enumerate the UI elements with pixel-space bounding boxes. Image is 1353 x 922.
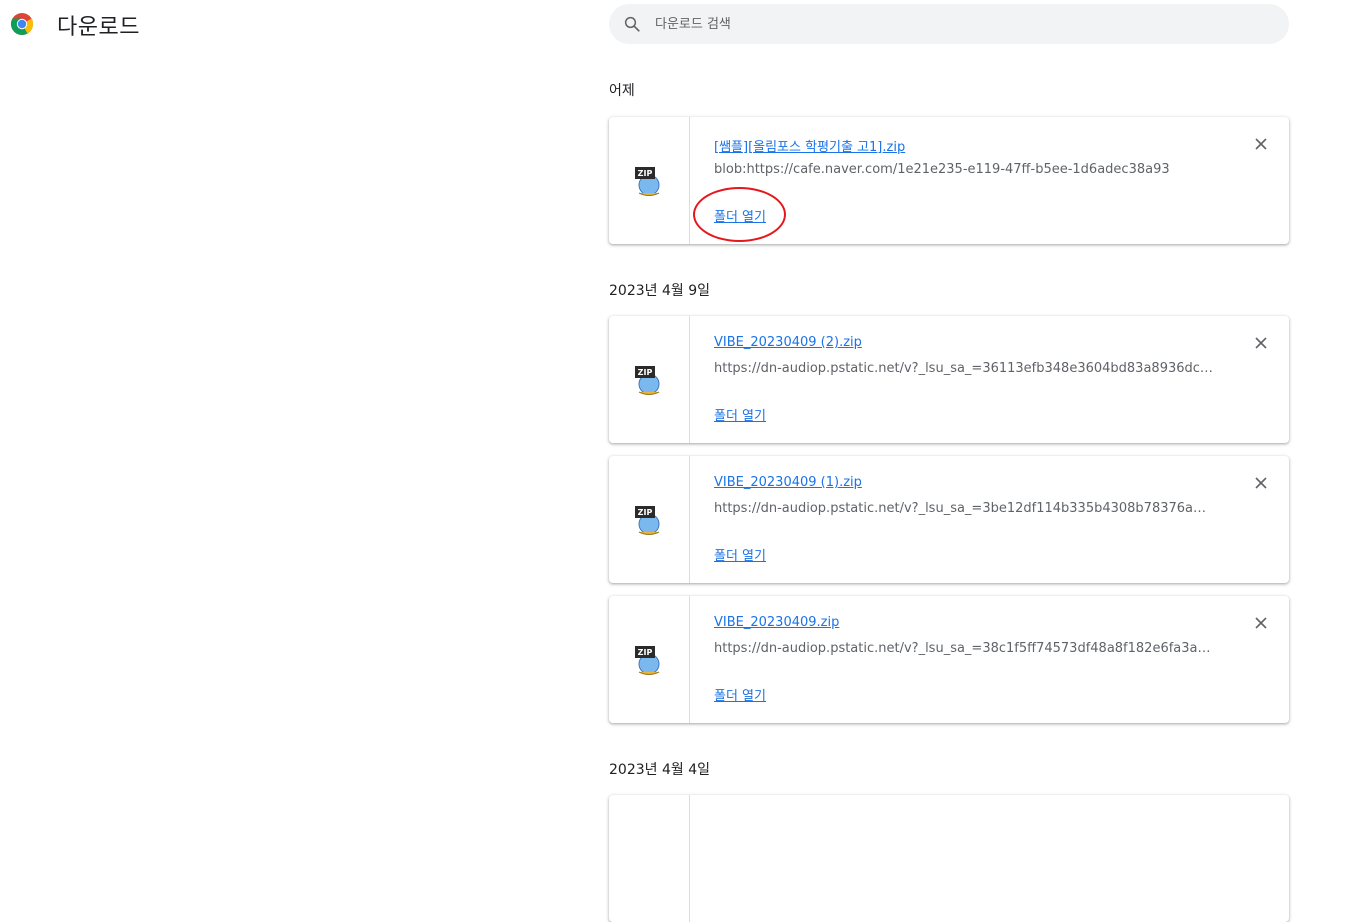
open-folder-link[interactable]: 폴더 열기 bbox=[714, 405, 766, 424]
open-folder-link[interactable]: 폴더 열기 bbox=[714, 545, 766, 564]
file-icon-area bbox=[609, 795, 690, 922]
file-icon-area: ZIP bbox=[609, 456, 690, 583]
download-item: ZIP VIBE_20230409 (1).zip https://dn-aud… bbox=[609, 456, 1289, 583]
zip-file-icon: ZIP bbox=[635, 506, 660, 535]
download-item: ZIP [쌤플][올림포스 학평기출 고1].zip blob:https://… bbox=[609, 117, 1289, 244]
download-item: ZIP VIBE_20230409 (2).zip https://dn-aud… bbox=[609, 316, 1289, 443]
close-icon[interactable] bbox=[1253, 335, 1269, 351]
date-header-apr4: 2023년 4월 4일 bbox=[609, 762, 710, 778]
open-folder-link[interactable]: 폴더 열기 bbox=[714, 685, 766, 704]
file-source-url: https://dn-audiop.pstatic.net/v?_lsu_sa_… bbox=[714, 501, 1214, 516]
file-source-url: blob:https://cafe.naver.com/1e21e235-e11… bbox=[714, 162, 1170, 177]
svg-text:ZIP: ZIP bbox=[638, 648, 653, 657]
file-icon-area: ZIP bbox=[609, 117, 690, 244]
file-source-url: https://dn-audiop.pstatic.net/v?_lsu_sa_… bbox=[714, 361, 1214, 376]
download-item: ZIP VIBE_20230409.zip https://dn-audiop.… bbox=[609, 596, 1289, 723]
zip-file-icon: ZIP bbox=[635, 646, 660, 675]
file-name-link[interactable]: [쌤플][올림포스 학평기출 고1].zip bbox=[714, 136, 905, 155]
date-header-yesterday: 어제 bbox=[609, 83, 635, 99]
file-icon-area: ZIP bbox=[609, 596, 690, 723]
file-icon-area: ZIP bbox=[609, 316, 690, 443]
close-icon[interactable] bbox=[1253, 475, 1269, 491]
svg-text:ZIP: ZIP bbox=[638, 169, 653, 178]
close-icon[interactable] bbox=[1253, 615, 1269, 631]
svg-text:ZIP: ZIP bbox=[638, 508, 653, 517]
file-source-url: https://dn-audiop.pstatic.net/v?_lsu_sa_… bbox=[714, 641, 1214, 656]
open-folder-link[interactable]: 폴더 열기 bbox=[714, 206, 766, 225]
zip-file-icon: ZIP bbox=[635, 366, 660, 395]
chrome-logo-icon bbox=[10, 13, 34, 36]
file-name-link[interactable]: VIBE_20230409 (1).zip bbox=[714, 475, 862, 490]
search-input[interactable] bbox=[655, 4, 1275, 44]
download-item bbox=[609, 795, 1289, 922]
date-header-apr9: 2023년 4월 9일 bbox=[609, 283, 710, 299]
zip-file-icon: ZIP bbox=[635, 167, 660, 196]
search-icon bbox=[624, 16, 640, 32]
svg-text:ZIP: ZIP bbox=[638, 368, 653, 377]
file-name-link[interactable]: VIBE_20230409.zip bbox=[714, 615, 839, 630]
file-name-link[interactable]: VIBE_20230409 (2).zip bbox=[714, 335, 862, 350]
page-title: 다운로드 bbox=[57, 15, 140, 40]
close-icon[interactable] bbox=[1253, 136, 1269, 152]
search-box[interactable] bbox=[609, 4, 1289, 44]
top-bar: 다운로드 bbox=[0, 0, 1353, 48]
